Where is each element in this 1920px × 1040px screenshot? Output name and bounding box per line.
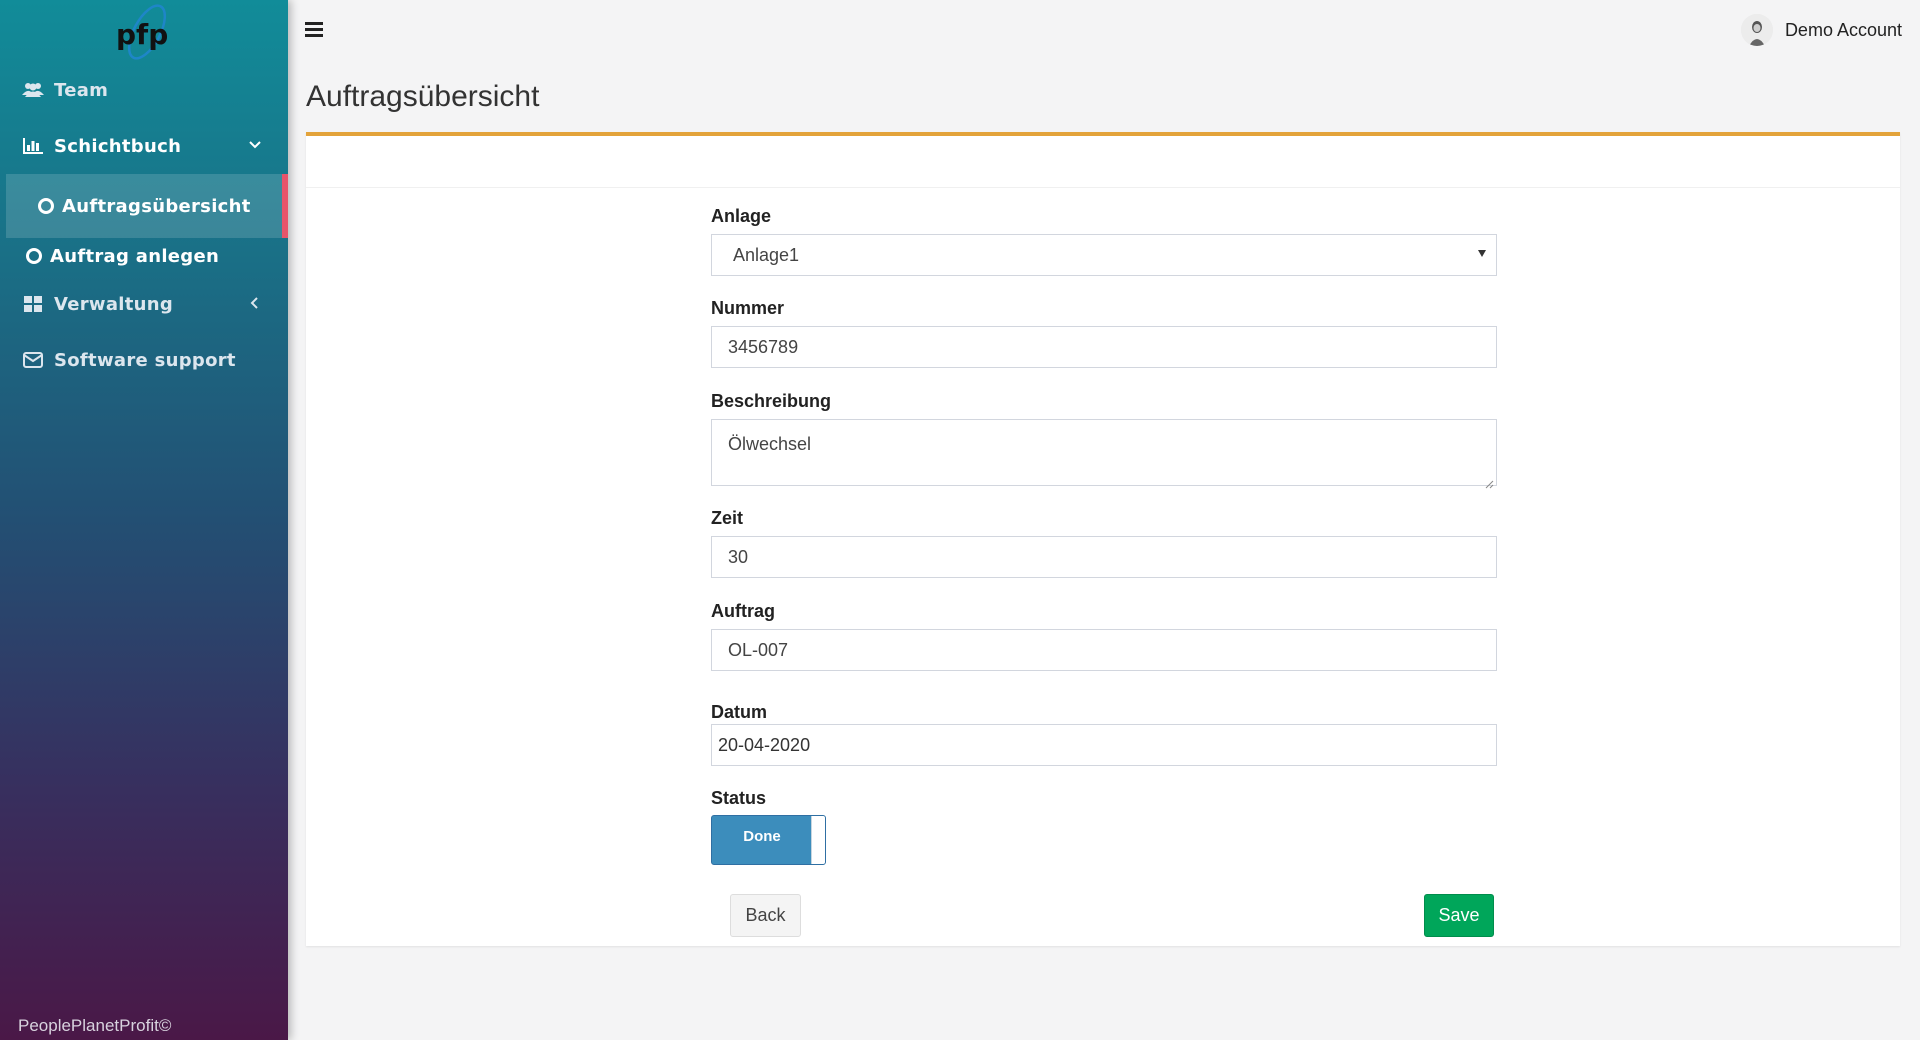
sidebar-item-label: Team xyxy=(54,79,109,101)
nummer-value: 3456789 xyxy=(728,336,799,357)
sidebar-item-label: Verwaltung xyxy=(54,293,174,315)
sidebar-item-auftrag-anlegen[interactable]: Auftrag anlegen xyxy=(0,232,288,280)
sidebar: pfp Team Schichtbuch Auftragsübersicht A… xyxy=(0,0,288,1040)
anlage-select[interactable]: Anlage1 xyxy=(711,234,1497,276)
caret-down-icon xyxy=(1478,250,1486,257)
sidebar-item-verwaltung[interactable]: Verwaltung xyxy=(0,280,288,328)
hamburger-icon[interactable] xyxy=(305,22,323,38)
save-button[interactable]: Save xyxy=(1424,894,1494,937)
beschreibung-textarea[interactable]: Ölwechsel xyxy=(711,419,1497,489)
svg-text:pfp: pfp xyxy=(116,18,168,51)
avatar xyxy=(1740,14,1773,46)
back-button[interactable]: Back xyxy=(730,894,801,937)
status-toggle-label: Done xyxy=(743,828,781,845)
nummer-label: Nummer xyxy=(711,298,785,318)
anlage-value: Anlage1 xyxy=(733,244,800,265)
chevron-left-icon xyxy=(246,294,264,312)
resize-handle-icon[interactable] xyxy=(1484,473,1494,489)
bar-chart-icon xyxy=(22,137,44,155)
sidebar-item-schichtbuch[interactable]: Schichtbuch xyxy=(0,122,288,170)
users-icon xyxy=(22,81,44,99)
beschreibung-value: Ölwechsel xyxy=(728,434,812,454)
zeit-value: 30 xyxy=(728,546,749,567)
circle-icon xyxy=(38,198,54,214)
auftrag-field[interactable]: OL-007 xyxy=(711,629,1497,671)
beschreibung-label: Beschreibung xyxy=(711,391,832,411)
zeit-field[interactable]: 30 xyxy=(711,536,1497,578)
status-label: Status xyxy=(711,788,767,808)
sidebar-item-label: Auftrag anlegen xyxy=(50,245,220,267)
nummer-field[interactable]: 3456789 xyxy=(711,326,1497,368)
account-name: Demo Account xyxy=(1784,19,1902,40)
circle-icon xyxy=(26,248,42,264)
sidebar-item-label: Auftragsübersicht xyxy=(62,195,251,217)
datum-label: Datum xyxy=(711,702,768,722)
auftrag-value: OL-007 xyxy=(728,639,789,660)
toggle-knob xyxy=(811,816,825,864)
zeit-label: Zeit xyxy=(711,508,744,528)
anlage-label: Anlage xyxy=(711,206,772,226)
sidebar-item-auftragsuebersicht[interactable]: Auftragsübersicht xyxy=(6,174,288,238)
sidebar-item-software-support[interactable]: Software support xyxy=(0,336,288,384)
sidebar-item-label: Software support xyxy=(54,349,236,371)
auftrag-label: Auftrag xyxy=(711,601,775,621)
status-toggle[interactable]: Done xyxy=(711,815,826,865)
card-header xyxy=(306,136,1900,188)
sidebar-item-label: Schichtbuch xyxy=(54,135,182,157)
sidebar-footer: PeoplePlanetProfit© xyxy=(18,1016,172,1035)
envelope-icon xyxy=(22,351,44,369)
datum-field[interactable]: 20-04-2020 xyxy=(711,724,1497,766)
page-title: Auftragsübersicht xyxy=(306,80,540,113)
brand-logo[interactable]: pfp xyxy=(113,4,173,64)
chevron-down-icon xyxy=(246,136,264,154)
datum-value: 20-04-2020 xyxy=(718,734,811,755)
grid-icon xyxy=(22,295,44,313)
sidebar-item-team[interactable]: Team xyxy=(0,66,288,114)
account-menu[interactable]: Demo Account xyxy=(1740,14,1902,46)
form-card: Anlage Anlage1 Nummer 3456789 Beschreibu… xyxy=(306,132,1900,946)
